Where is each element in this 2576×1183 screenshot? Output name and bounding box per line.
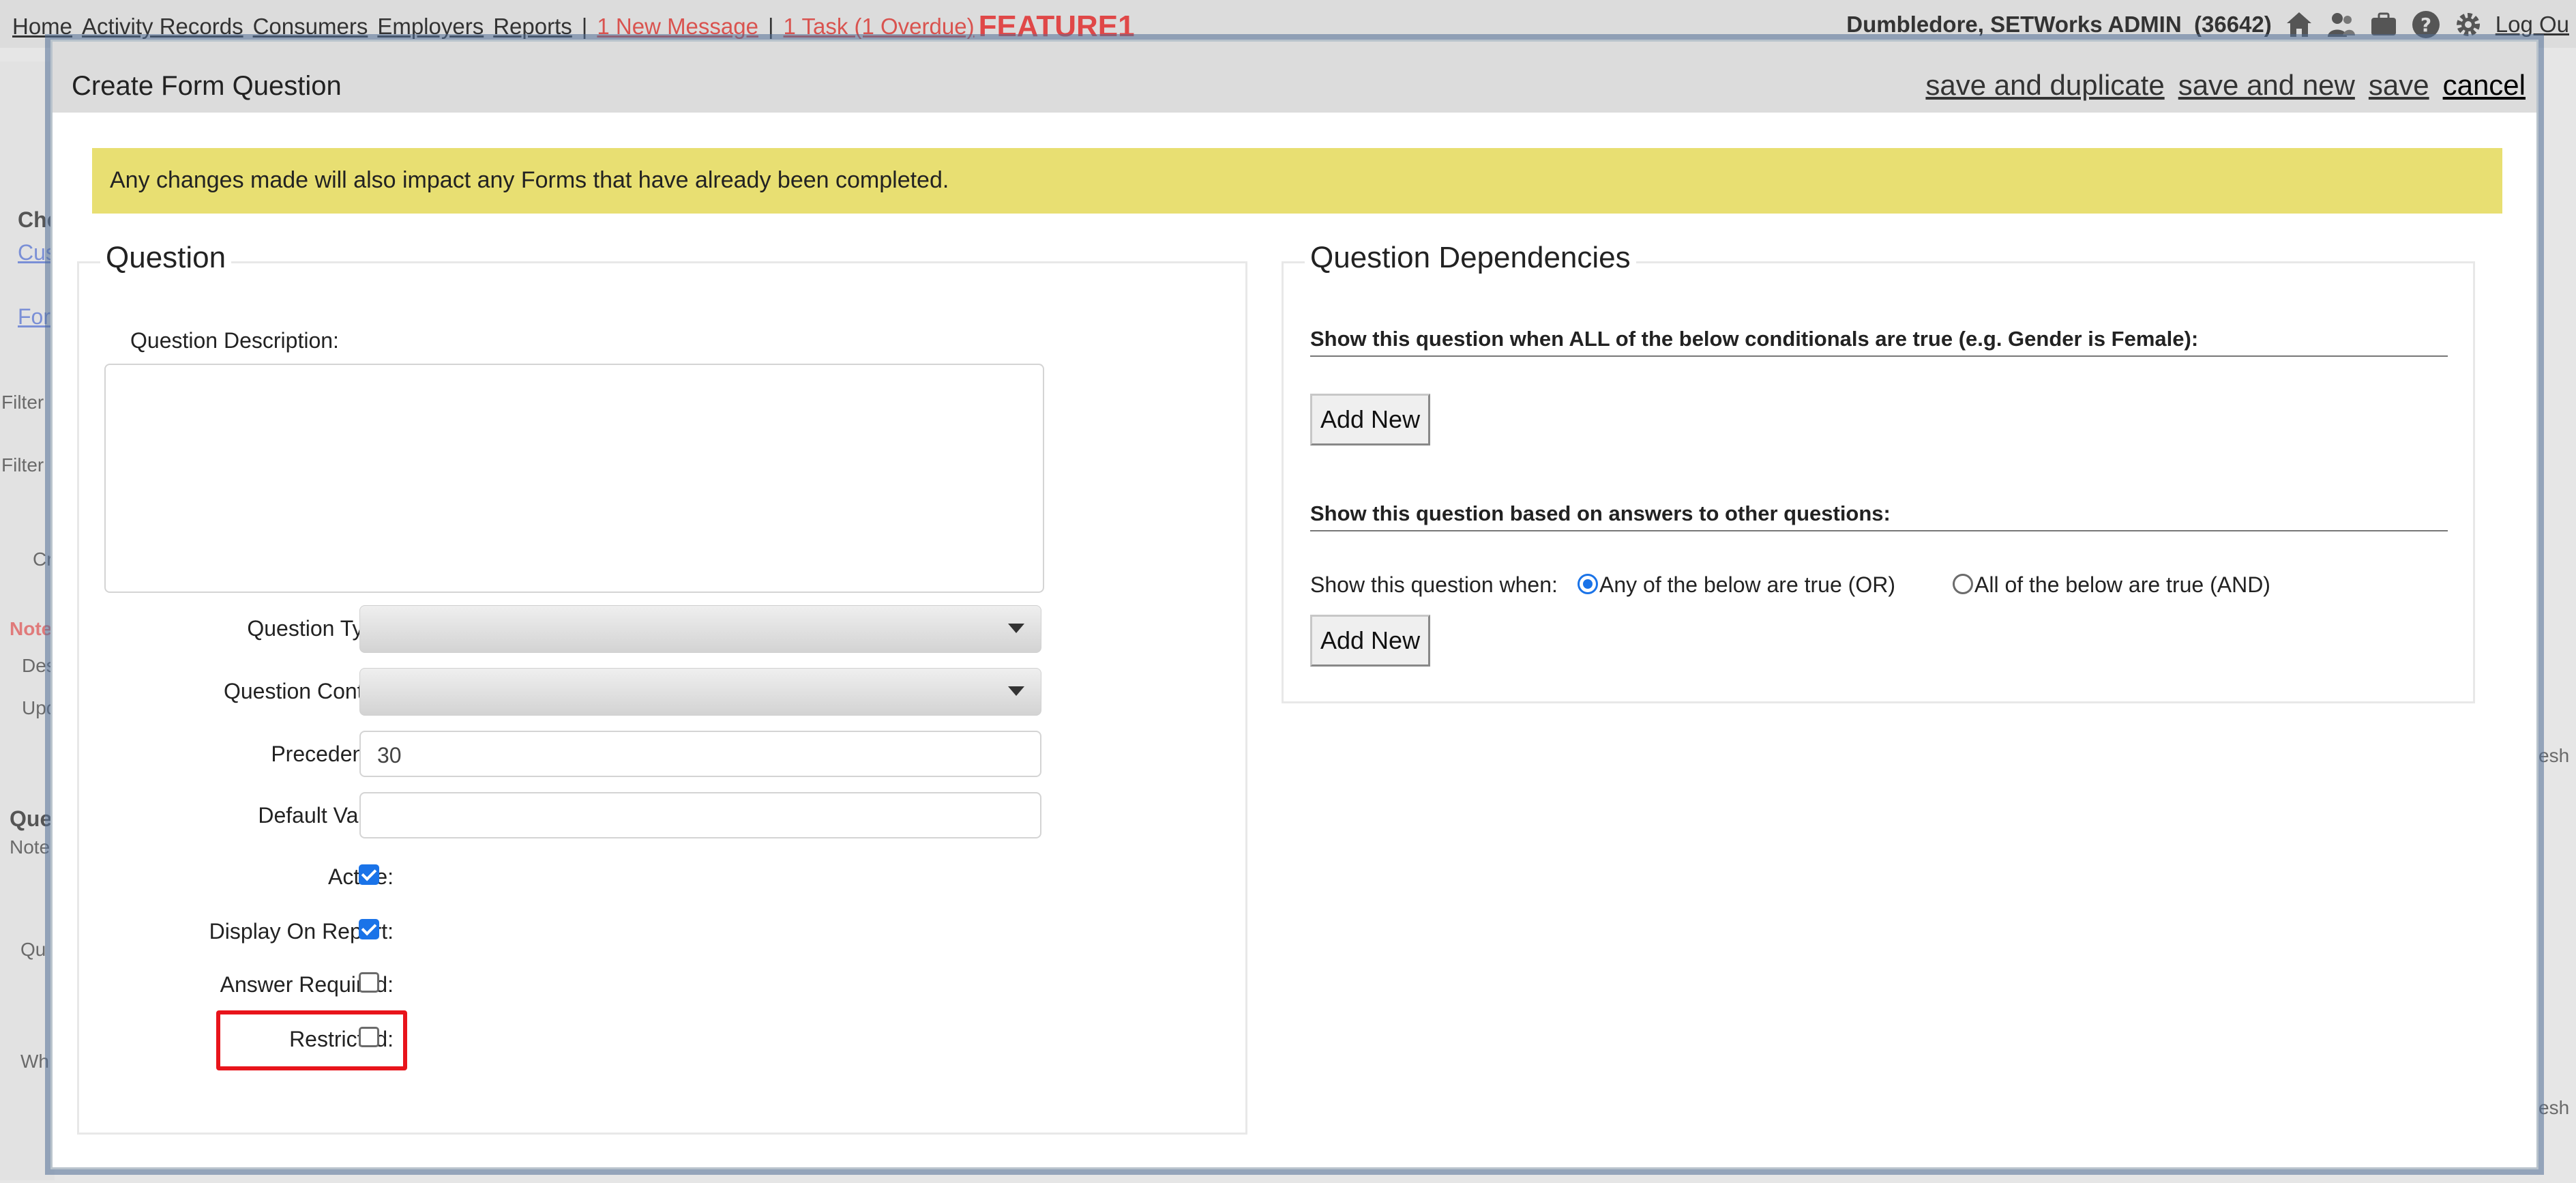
gear-icon[interactable] (2453, 10, 2483, 40)
bg-text: esh (2538, 745, 2570, 766)
nav-reports-link[interactable]: Reports (493, 14, 572, 39)
save-link[interactable]: save (2369, 69, 2429, 102)
divider (1310, 530, 2448, 531)
active-checkbox[interactable] (359, 864, 379, 885)
users-icon[interactable] (2326, 10, 2356, 40)
add-answer-dependency-button[interactable]: Add New (1310, 615, 1431, 667)
question-legend: Question (100, 241, 232, 275)
nav-separator: | (767, 14, 774, 39)
nav-activity-records-link[interactable]: Activity Records (82, 14, 243, 39)
active-label: Active: (93, 864, 394, 890)
nav-separator: | (581, 14, 588, 39)
display-on-report-checkbox[interactable] (359, 919, 379, 939)
user-area: Dumbledore, SETWorks ADMIN (36642) ? Log… (1846, 10, 2569, 40)
create-form-question-modal: Create Form Question save and duplicate … (50, 40, 2538, 1169)
bg-link: For (18, 304, 50, 329)
modal-header: Create Form Question save and duplicate … (53, 42, 2536, 113)
save-and-new-link[interactable]: save and new (2178, 69, 2355, 102)
answer-required-checkbox[interactable] (359, 972, 379, 993)
add-conditional-button[interactable]: Add New (1310, 394, 1431, 446)
and-radio[interactable] (1953, 574, 1973, 594)
question-type-select[interactable] (359, 605, 1041, 653)
or-radio[interactable] (1578, 574, 1598, 594)
answer-required-label: Answer Required: (220, 972, 394, 997)
answers-heading: Show this question based on answers to o… (1310, 501, 1891, 525)
task-link[interactable]: 1 Task (1 Overdue) (784, 14, 975, 39)
question-description-label: Question Description: (130, 328, 339, 353)
precedence-label: Precedence: (271, 742, 394, 766)
logout-link[interactable]: Log Ou (2496, 12, 2569, 38)
question-description-textarea[interactable] (104, 364, 1044, 593)
new-message-link[interactable]: 1 New Message (597, 14, 758, 39)
cancel-link[interactable]: cancel (2443, 69, 2526, 102)
divider (1310, 355, 2448, 357)
default-value-input[interactable] (359, 792, 1041, 838)
environment-label: FEATURE1 (978, 10, 1135, 43)
chevron-down-icon (1008, 624, 1024, 633)
show-when-label: Show this question when: (1310, 572, 1558, 597)
user-name: Dumbledore, SETWorks ADMIN (36642) (1846, 12, 2272, 37)
modal-actions: save and duplicate save and new save can… (1925, 69, 2526, 102)
restricted-highlight-box (216, 1010, 407, 1070)
display-on-report-label: Display On Report: (209, 919, 394, 944)
default-value-label: Default Value: (258, 803, 394, 828)
bg-text: Qu (20, 939, 46, 960)
question-type-label: Question Type: (247, 616, 394, 641)
main-nav: Home Activity Records Consumers Employers Re… (12, 10, 1144, 44)
bg-text: esh (2538, 1097, 2570, 1118)
save-and-duplicate-link[interactable]: save and duplicate (1925, 69, 2164, 102)
question-control-label: Question Control: (223, 679, 394, 703)
and-radio-label[interactable]: All of the below are true (AND) (1974, 572, 2270, 598)
question-control-select[interactable] (359, 668, 1041, 716)
nav-employers-link[interactable]: Employers (377, 14, 484, 39)
conditionals-heading: Show this question when ALL of the below… (1310, 327, 2199, 351)
or-radio-label[interactable]: Any of the below are true (OR) (1599, 572, 1895, 598)
question-dependencies-legend: Question Dependencies (1305, 241, 1636, 275)
home-icon[interactable] (2284, 10, 2314, 40)
bg-text: Wh (20, 1051, 49, 1072)
modal-title: Create Form Question (72, 71, 342, 101)
precedence-input[interactable]: 30 (359, 731, 1041, 777)
chevron-down-icon (1008, 686, 1024, 696)
svg-text:?: ? (2420, 14, 2431, 36)
warning-alert: Any changes made will also impact any Fo… (92, 148, 2502, 214)
nav-home-link[interactable]: Home (12, 14, 72, 39)
help-icon[interactable]: ? (2411, 10, 2441, 40)
briefcase-icon[interactable] (2369, 10, 2399, 40)
nav-consumers-link[interactable]: Consumers (253, 14, 368, 39)
